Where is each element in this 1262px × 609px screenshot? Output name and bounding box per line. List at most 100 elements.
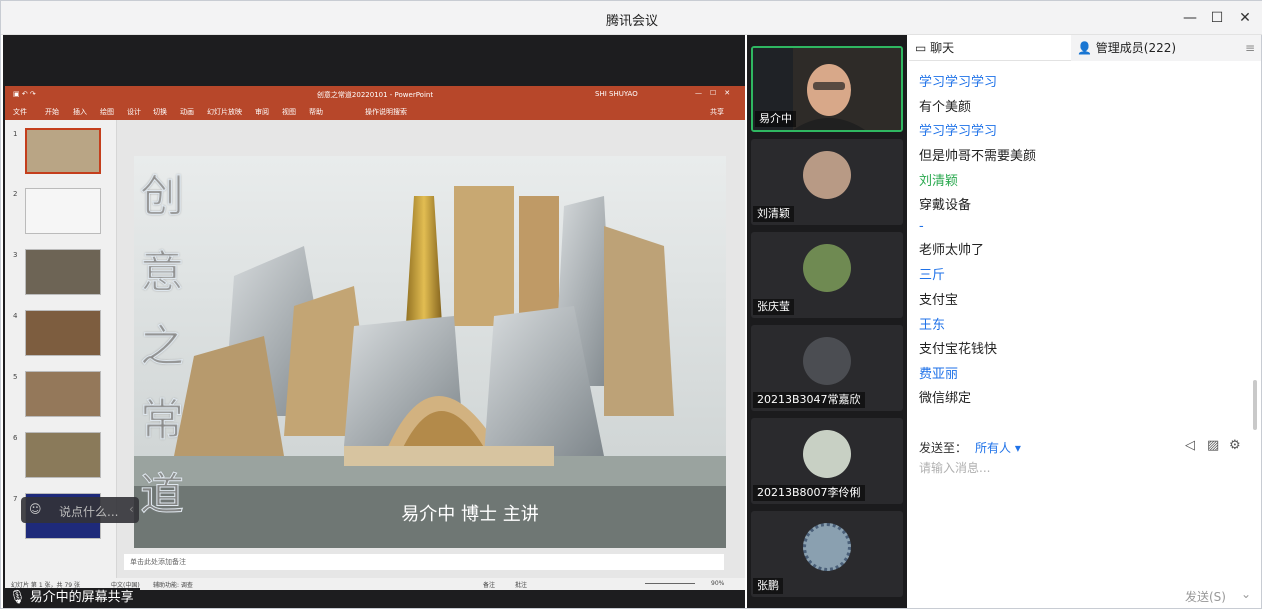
slide-thumbnail[interactable]: [25, 188, 101, 234]
thumb-number: 7: [13, 495, 18, 503]
tab-chat[interactable]: ▭ 聊天: [915, 35, 1071, 61]
close-icon[interactable]: ✕: [1234, 7, 1256, 29]
ribbon-tab[interactable]: 插入: [73, 107, 87, 117]
ribbon-tab[interactable]: 审阅: [255, 107, 269, 117]
participant-name: 张庆莹: [753, 299, 794, 315]
video-tile[interactable]: 刘清颖: [751, 139, 903, 225]
zoom-level: 90%: [711, 580, 725, 587]
chat-message: 有个美颜: [919, 100, 972, 115]
menu-icon[interactable]: ≡: [1239, 35, 1261, 61]
title-bar: 腾讯会议 — ☐ ✕: [1, 1, 1262, 35]
accessibility-status[interactable]: 辅助功能: 调查: [153, 580, 193, 589]
ribbon-tab[interactable]: 设计: [127, 107, 141, 117]
ppt-user: SHI SHUYAO: [595, 90, 638, 98]
chat-message-list: 学习学习学习 有个美颜 学习学习学习 但是帅哥不需要美颜 刘清颖 穿戴设备 - …: [909, 67, 1249, 437]
video-tile-column: 易介中 刘清颖 张庆莹 20213B3047常嘉欣 20213B8007李伶俐 …: [747, 35, 907, 608]
zoom-slider[interactable]: [645, 583, 695, 584]
chat-icon: ▭: [915, 41, 927, 55]
chat-tabs: ▭ 聊天 👤 管理成员(222) ≡: [909, 35, 1261, 61]
screen-share-label: 🎙 易介中的屏幕共享: [3, 588, 140, 608]
tab-members[interactable]: 👤 管理成员(222): [1071, 35, 1239, 61]
user-settings-icon[interactable]: ⚙: [1229, 438, 1241, 453]
image-icon[interactable]: ▨: [1207, 438, 1219, 453]
participant-avatar: [803, 523, 851, 571]
minimize-icon[interactable]: —: [1179, 7, 1201, 29]
chat-message: 费亚丽: [919, 367, 959, 382]
slide-presenter-line: 易介中 博士 主讲: [401, 504, 539, 525]
thumb-number: 6: [13, 434, 18, 442]
slide-thumbnail[interactable]: [25, 249, 101, 295]
ppt-ribbon: 文件 开始 插入 绘图 设计 切换 动画 幻灯片放映 审阅 视图 帮助 操作说明…: [5, 104, 745, 120]
floating-chat-placeholder: 说点什么...: [59, 505, 119, 519]
thumb-number: 1: [13, 130, 18, 138]
ribbon-tab[interactable]: 动画: [180, 107, 194, 117]
window-title: 腾讯会议: [605, 14, 658, 29]
participant-avatar: [803, 244, 851, 292]
chat-message: 支付宝花钱快: [919, 342, 998, 357]
current-slide: 创 意 之 常 道 易介中 博士 主讲: [134, 156, 726, 548]
chat-message: 学习学习学习: [919, 75, 998, 90]
thumb-number: 3: [13, 251, 18, 259]
slide-thumbnail[interactable]: [25, 310, 101, 356]
participant-name: 张鹏: [753, 578, 783, 594]
chat-message: 三斤: [919, 268, 946, 283]
microphone-icon: 🎙: [9, 590, 26, 605]
send-to-dropdown[interactable]: 所有人 ▾: [975, 439, 1021, 456]
video-tile[interactable]: 易介中: [751, 46, 903, 132]
ppt-window-controls-icon[interactable]: —☐✕: [695, 89, 738, 97]
slide-thumbnail[interactable]: [25, 128, 101, 174]
screen-share-label-text: 易介中的屏幕共享: [29, 590, 134, 605]
send-to-bar: 发送至： 所有人 ▾ ◁ ▨ ⚙: [909, 435, 1261, 461]
video-tile[interactable]: 20213B8007李伶俐: [751, 418, 903, 504]
smiley-icon[interactable]: ☺: [29, 502, 42, 516]
chat-message: 刘清颖: [919, 174, 959, 189]
participant-avatar: [803, 151, 851, 199]
chat-message: 但是帅哥不需要美颜: [919, 149, 1037, 164]
ribbon-tab[interactable]: 开始: [45, 107, 59, 117]
tab-chat-label: 聊天: [930, 41, 955, 55]
video-tile[interactable]: 张鹏: [751, 511, 903, 597]
participant-name: 20213B8007李伶俐: [753, 485, 865, 501]
ribbon-tab[interactable]: 帮助: [309, 107, 323, 117]
thumb-number: 4: [13, 312, 18, 320]
ribbon-tab[interactable]: 绘图: [100, 107, 114, 117]
slide-title-char: 创: [140, 171, 185, 223]
chat-message: 老师太帅了: [919, 243, 985, 258]
notes-toggle[interactable]: 备注: [483, 580, 495, 589]
video-tile[interactable]: 20213B3047常嘉欣: [751, 325, 903, 411]
slide-thumbnail[interactable]: [25, 371, 101, 417]
chat-message: 穿戴设备: [919, 198, 972, 213]
send-to-label: 发送至：: [919, 441, 968, 455]
floating-chat-input[interactable]: ☺ 说点什么... ‹: [21, 497, 139, 523]
ppt-title-bar: ▣ ↶ ↷ 创意之常道20220101 - PowerPoint SHI SHU…: [5, 86, 745, 104]
ribbon-tab[interactable]: 视图: [282, 107, 296, 117]
send-button[interactable]: 发送(S): [1185, 588, 1226, 605]
maximize-icon[interactable]: ☐: [1206, 7, 1228, 29]
architecture-image: [134, 156, 726, 548]
ribbon-tab[interactable]: 切换: [153, 107, 167, 117]
slide-title-char: 常: [140, 395, 185, 447]
screen-share-stage: ▣ ↶ ↷ 创意之常道20220101 - PowerPoint SHI SHU…: [3, 35, 745, 608]
tab-members-label: 管理成员(222): [1095, 41, 1177, 55]
comments-toggle[interactable]: 批注: [515, 580, 527, 589]
chat-scrollbar[interactable]: [1253, 380, 1257, 430]
chevron-left-icon[interactable]: ‹: [129, 502, 134, 516]
chat-message: 学习学习学习: [919, 124, 998, 139]
members-icon: 👤: [1077, 41, 1092, 55]
participant-name: 易介中: [755, 111, 796, 127]
slide-title-char: 之: [140, 321, 185, 373]
send-to-value: 所有人: [975, 441, 1012, 455]
chat-message: 微信绑定: [919, 391, 972, 406]
video-tile[interactable]: 张庆莹: [751, 232, 903, 318]
notes-pane[interactable]: 单击此处添加备注: [124, 554, 724, 570]
send-options-chevron-icon[interactable]: ⌄: [1241, 587, 1251, 601]
speaker-icon[interactable]: ◁: [1185, 438, 1195, 453]
slide-thumbnail[interactable]: [25, 432, 101, 478]
ribbon-search[interactable]: 操作说明搜索: [365, 107, 407, 117]
ppt-share-button[interactable]: 共享: [710, 107, 724, 117]
ribbon-tab[interactable]: 幻灯片放映: [207, 107, 242, 117]
chat-input[interactable]: 请输入消息...: [919, 459, 990, 476]
ribbon-tab[interactable]: 文件: [13, 107, 27, 117]
slide-title-char: 意: [140, 247, 185, 299]
chat-message: 支付宝: [919, 293, 959, 308]
